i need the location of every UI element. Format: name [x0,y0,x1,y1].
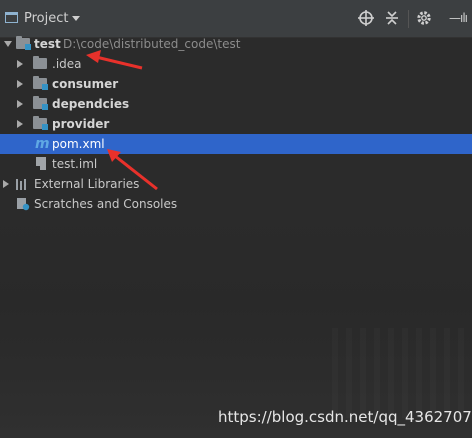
annotation-arrow-idea [86,50,143,70]
watermark-text: https://blog.csdn.net/qq_43627076 [218,408,472,426]
annotation-arrow-pom [107,149,158,191]
annotation-arrows [86,50,158,191]
